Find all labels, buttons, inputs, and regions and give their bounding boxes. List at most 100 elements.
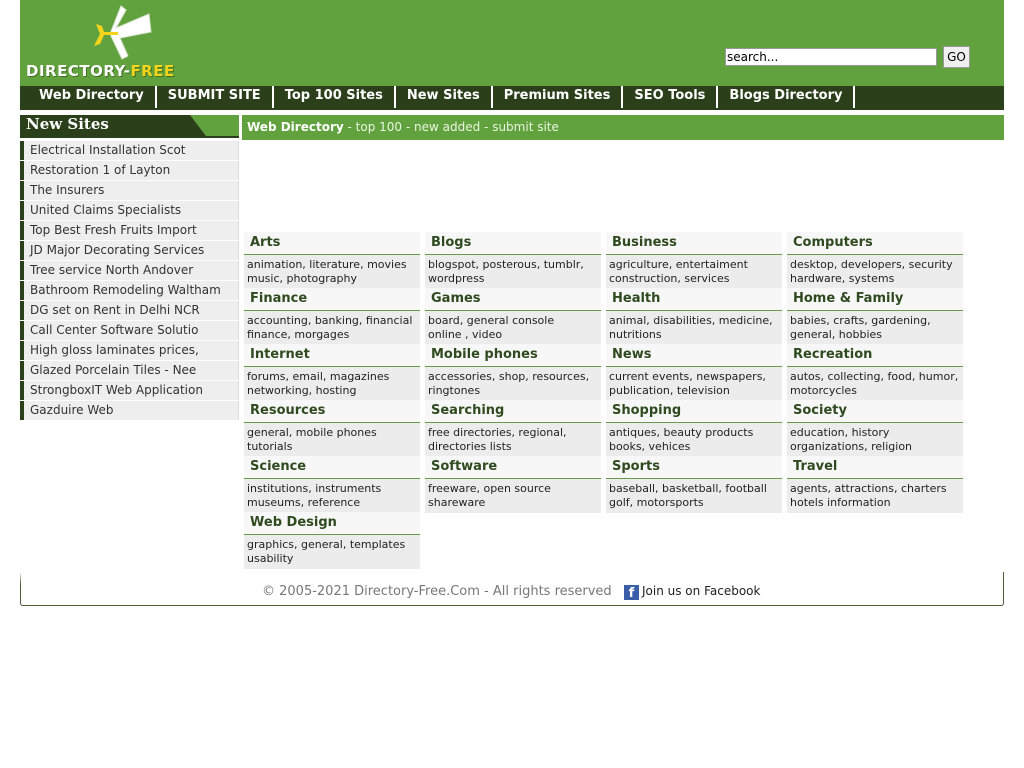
category-link-arts[interactable]: Arts [244,232,420,255]
category-subcategory-line[interactable]: general, mobile phones [247,426,377,439]
category-link-sports[interactable]: Sports [606,456,782,479]
category-subcategory-line[interactable]: finance, morgages [247,328,349,341]
category-subcategory-line[interactable]: baseball, basketball, football [609,482,767,495]
category-link-web-design[interactable]: Web Design [244,512,420,535]
category-subcategory-line[interactable]: usability [247,552,293,565]
category-subcategory-line[interactable]: babies, crafts, gardening, [790,314,931,327]
nav-seo-tools[interactable]: SEO Tools [623,86,719,108]
category-link-games[interactable]: Games [425,288,601,311]
category-subcategory-line[interactable]: construction, services [609,272,730,285]
category-subcategory-line[interactable]: animation, literature, movies [247,258,407,271]
category-subcategory-line[interactable]: blogspot, posterous, tumblr, [428,258,584,271]
logo-text-main: DIRECTORY- [26,62,131,80]
category-link-society[interactable]: Society [787,400,963,423]
category-subcategory-line[interactable]: golf, motorsports [609,496,704,509]
category-link-shopping[interactable]: Shopping [606,400,782,423]
nav-blogs-directory[interactable]: Blogs Directory [718,86,856,108]
category-subcategory-line[interactable]: agriculture, entertaiment [609,258,748,271]
search-input[interactable] [725,48,937,66]
logo-wordmark: DIRECTORY-FREE [26,62,175,80]
sidebar-item[interactable]: High gloss laminates prices, [20,341,239,360]
sidebar-item[interactable]: JD Major Decorating Services [20,241,239,260]
category-subcategory-line[interactable]: wordpress [428,272,485,285]
category-link-software[interactable]: Software [425,456,601,479]
breadcrumb-home[interactable]: Web Directory [247,120,344,134]
category-link-mobile-phones[interactable]: Mobile phones [425,344,601,367]
category-subcategory-line[interactable]: music, photography [247,272,357,285]
category-subcategory-line[interactable]: networking, hosting [247,384,356,397]
category-subcategory-line[interactable]: free directories, regional, [428,426,567,439]
category-link-health[interactable]: Health [606,288,782,311]
category-card: Computers desktop, developers, security ha… [787,232,963,289]
category-card: Mobile phones accessories, shop, resource… [425,344,601,401]
sidebar-item[interactable]: United Claims Specialists [20,201,239,220]
category-subcategory-line[interactable]: online , video [428,328,502,341]
sidebar-item[interactable]: Bathroom Remodeling Waltham [20,281,239,300]
category-subcategories: general, mobile phones tutorials [244,423,420,457]
category-subcategory-line[interactable]: animal, disabilities, medicine, [609,314,773,327]
category-subcategory-line[interactable]: freeware, open source [428,482,551,495]
sidebar-item[interactable]: Glazed Porcelain Tiles - Nee [20,361,239,380]
category-subcategory-line[interactable]: general, hobbies [790,328,882,341]
category-link-computers[interactable]: Computers [787,232,963,255]
category-subcategory-line[interactable]: motorcycles [790,384,857,397]
category-subcategory-line[interactable]: education, history [790,426,889,439]
sidebar-item[interactable]: Tree service North Andover [20,261,239,280]
category-subcategory-line[interactable]: directories lists [428,440,512,453]
category-subcategory-line[interactable]: organizations, religion [790,440,912,453]
nav-web-directory[interactable]: Web Directory [20,86,157,108]
category-subcategory-line[interactable]: shareware [428,496,485,509]
sidebar-item[interactable]: Restoration 1 of Layton [20,161,239,180]
breadcrumb-submit-site[interactable]: submit site [492,120,559,134]
category-subcategory-line[interactable]: ringtones [428,384,480,397]
category-subcategory-line[interactable]: tutorials [247,440,292,453]
category-subcategory-line[interactable]: autos, collecting, food, humor, [790,370,958,383]
category-link-news[interactable]: News [606,344,782,367]
nav-submit-site[interactable]: SUBMIT SITE [157,86,274,108]
sidebar-item[interactable]: Call Center Software Solutio [20,321,239,340]
category-link-travel[interactable]: Travel [787,456,963,479]
category-subcategory-line[interactable]: forums, email, magazines [247,370,389,383]
category-card: Business agriculture, entertaiment constru… [606,232,782,289]
category-subcategory-line[interactable]: publication, television [609,384,730,397]
category-subcategories: accessories, shop, resources, ringtones [425,367,601,401]
sidebar-item[interactable]: Top Best Fresh Fruits Import [20,221,239,240]
category-subcategory-line[interactable]: hotels information [790,496,891,509]
category-link-blogs[interactable]: Blogs [425,232,601,255]
category-subcategory-line[interactable]: hardware, systems [790,272,894,285]
category-link-internet[interactable]: Internet [244,344,420,367]
category-link-resources[interactable]: Resources [244,400,420,423]
breadcrumb-new-added[interactable]: new added [414,120,480,134]
category-subcategory-line[interactable]: accounting, banking, financial [247,314,412,327]
category-link-business[interactable]: Business [606,232,782,255]
sidebar-item[interactable]: Gazduire Web [20,401,239,420]
facebook-link[interactable]: f Join us on Facebook [624,584,760,601]
sidebar-item[interactable]: DG set on Rent in Delhi NCR [20,301,239,320]
category-link-recreation[interactable]: Recreation [787,344,963,367]
category-subcategory-line[interactable]: museums, reference [247,496,360,509]
nav-top-100-sites[interactable]: Top 100 Sites [274,86,396,108]
category-subcategory-line[interactable]: institutions, instruments [247,482,381,495]
sidebar-item[interactable]: StrongboxIT Web Application [20,381,239,400]
site-logo[interactable]: DIRECTORY-FREE [24,2,224,82]
category-subcategory-line[interactable]: books, vehices [609,440,690,453]
sidebar-item[interactable]: Electrical Installation Scot [20,141,239,160]
category-link-science[interactable]: Science [244,456,420,479]
category-subcategory-line[interactable]: board, general console [428,314,554,327]
category-link-home-family[interactable]: Home & Family [787,288,963,311]
breadcrumb-top-100[interactable]: top 100 [356,120,402,134]
category-subcategory-line[interactable]: nutritions [609,328,662,341]
category-link-searching[interactable]: Searching [425,400,601,423]
category-subcategory-line[interactable]: graphics, general, templates [247,538,405,551]
category-link-finance[interactable]: Finance [244,288,420,311]
nav-premium-sites[interactable]: Premium Sites [493,86,624,108]
category-subcategory-line[interactable]: desktop, developers, security [790,258,953,271]
category-card: Resources general, mobile phones tutorials [244,400,420,457]
nav-new-sites[interactable]: New Sites [396,86,493,108]
sidebar-item[interactable]: The Insurers [20,181,239,200]
category-subcategory-line[interactable]: accessories, shop, resources, [428,370,589,383]
category-subcategory-line[interactable]: agents, attractions, charters [790,482,947,495]
search-go-button[interactable]: GO [943,46,970,68]
category-subcategory-line[interactable]: antiques, beauty products [609,426,753,439]
category-subcategory-line[interactable]: current events, newspapers, [609,370,766,383]
